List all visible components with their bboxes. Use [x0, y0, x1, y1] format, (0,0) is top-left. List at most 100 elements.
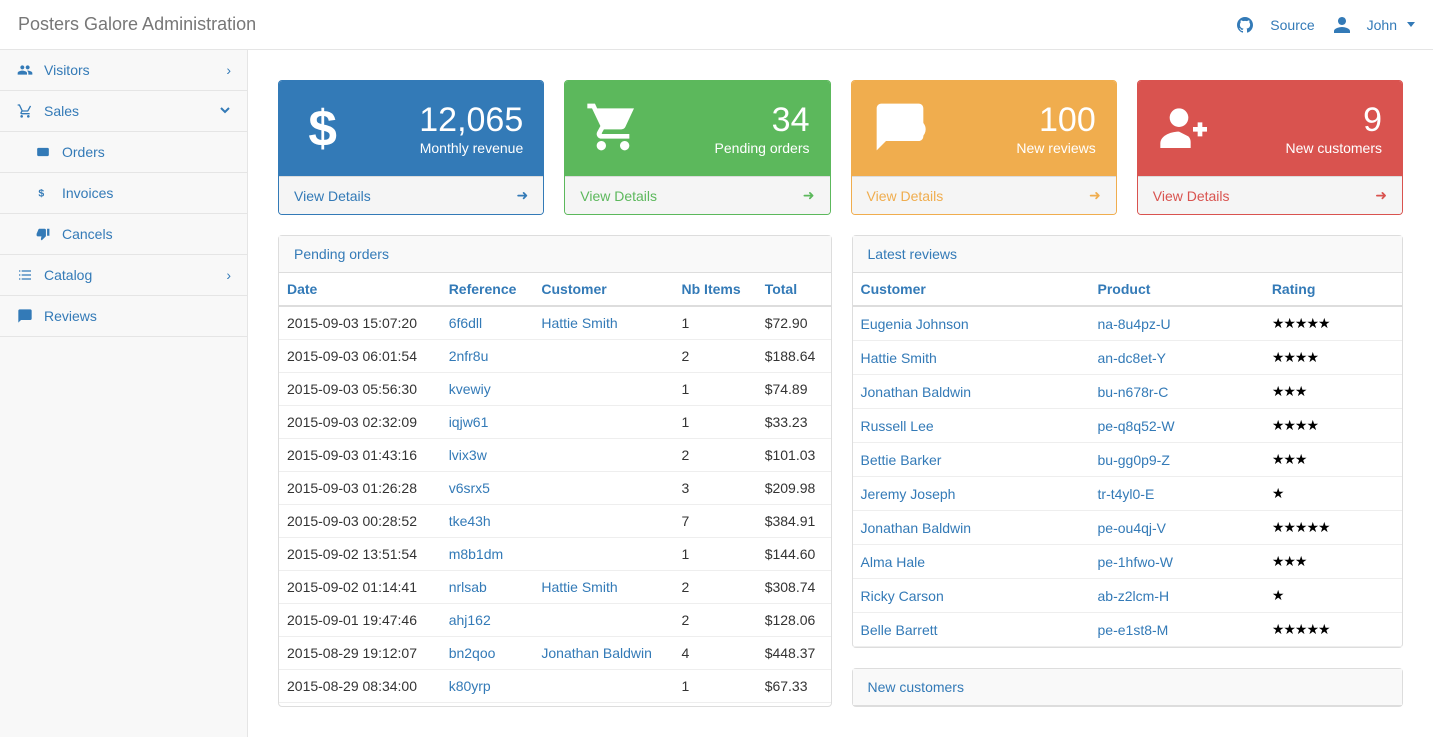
reference-link[interactable]: m8b1dm	[449, 546, 503, 562]
cell-total: $101.03	[757, 439, 831, 472]
cell-reference: lvix3w	[441, 439, 534, 472]
cell-customer: Jonathan Baldwin	[853, 375, 1090, 409]
product-link[interactable]: bu-gg0p9-Z	[1098, 452, 1170, 468]
col-reference[interactable]: Reference	[441, 273, 534, 306]
card-label: Pending orders	[715, 140, 810, 156]
customer-link[interactable]: Hattie Smith	[541, 315, 617, 331]
product-link[interactable]: pe-ou4qj-V	[1098, 520, 1167, 536]
sidebar-item-reviews[interactable]: Reviews	[0, 296, 247, 337]
customer-link[interactable]: Russell Lee	[861, 418, 934, 434]
customer-link[interactable]: Belle Barrett	[861, 622, 938, 638]
product-link[interactable]: bu-n678r-C	[1098, 384, 1169, 400]
product-link[interactable]: ab-z2lcm-H	[1098, 588, 1170, 604]
customer-link[interactable]: Jonathan Baldwin	[861, 384, 972, 400]
product-link[interactable]: na-8u4pz-U	[1098, 316, 1171, 332]
customer-link[interactable]: Jonathan Baldwin	[861, 520, 972, 536]
reference-link[interactable]: nrlsab	[449, 579, 487, 595]
table-row: Russell Lee pe-q8q52-W ★★★★	[853, 409, 1403, 443]
header: Posters Galore Administration Source Joh…	[0, 0, 1433, 50]
product-link[interactable]: pe-e1st8-M	[1098, 622, 1169, 638]
sidebar-item-label: Invoices	[62, 185, 113, 201]
reference-link[interactable]: 6f6dll	[449, 315, 482, 331]
cell-customer: Bettie Barker	[853, 443, 1090, 477]
card-label: New customers	[1286, 140, 1382, 156]
sidebar-item-sales[interactable]: Sales	[0, 91, 247, 132]
sidebar-item-catalog[interactable]: Catalog ›	[0, 255, 247, 296]
col-items[interactable]: Nb Items	[674, 273, 757, 306]
cell-date: 2015-09-03 05:56:30	[279, 373, 441, 406]
product-link[interactable]: tr-t4yl0-E	[1098, 486, 1155, 502]
cell-customer	[533, 604, 673, 637]
reference-link[interactable]: ahj162	[449, 612, 491, 628]
customer-link[interactable]: Eugenia Johnson	[861, 316, 969, 332]
source-link[interactable]: Source	[1236, 17, 1314, 33]
customer-link[interactable]: Alma Hale	[861, 554, 926, 570]
sidebar-item-label: Orders	[62, 144, 105, 160]
main: $ 12,065Monthly revenue View Details➜ 34…	[248, 50, 1433, 737]
cell-total: $448.37	[757, 637, 831, 670]
sidebar-item-label: Cancels	[62, 226, 113, 242]
reference-link[interactable]: lvix3w	[449, 447, 487, 463]
cell-reference: bn2qoo	[441, 637, 534, 670]
customer-link[interactable]: Jonathan Baldwin	[541, 645, 652, 661]
col-rating[interactable]: Rating	[1264, 273, 1402, 306]
reference-link[interactable]: iqjw61	[449, 414, 489, 430]
cell-customer	[533, 670, 673, 703]
cell-customer	[533, 538, 673, 571]
sidebar-item-visitors[interactable]: Visitors ›	[0, 50, 247, 91]
table-row: Bettie Barker bu-gg0p9-Z ★★★	[853, 443, 1403, 477]
cell-items: 7	[674, 505, 757, 538]
col-date[interactable]: Date	[279, 273, 441, 306]
product-link[interactable]: pe-q8q52-W	[1098, 418, 1175, 434]
col-total[interactable]: Total	[757, 273, 831, 306]
reference-link[interactable]: tke43h	[449, 513, 491, 529]
cell-rating: ★	[1264, 579, 1402, 613]
cart-icon	[16, 103, 34, 119]
user-icon	[1333, 17, 1351, 33]
cell-date: 2015-09-01 19:47:46	[279, 604, 441, 637]
reference-link[interactable]: k80yrp	[449, 678, 491, 694]
reference-link[interactable]: 2nfr8u	[449, 348, 489, 364]
customer-link[interactable]: Hattie Smith	[861, 350, 937, 366]
customer-link[interactable]: Bettie Barker	[861, 452, 942, 468]
table-row: Eugenia Johnson na-8u4pz-U ★★★★★	[853, 306, 1403, 341]
cell-total: $308.74	[757, 571, 831, 604]
col-product[interactable]: Product	[1090, 273, 1264, 306]
table-row: 2015-09-03 00:28:52 tke43h 7 $384.91	[279, 505, 831, 538]
chat-icon	[872, 99, 928, 158]
sidebar-item-cancels[interactable]: Cancels	[0, 214, 247, 255]
product-link[interactable]: pe-1hfwo-W	[1098, 554, 1173, 570]
reference-link[interactable]: kvewiy	[449, 381, 491, 397]
cell-customer: Ricky Carson	[853, 579, 1090, 613]
sidebar-item-label: Catalog	[44, 267, 92, 283]
col-customer[interactable]: Customer	[533, 273, 673, 306]
reference-link[interactable]: bn2qoo	[449, 645, 496, 661]
col-customer[interactable]: Customer	[853, 273, 1090, 306]
customer-link[interactable]: Ricky Carson	[861, 588, 944, 604]
latest-reviews-panel: Latest reviews Customer Product Rating E…	[852, 235, 1404, 648]
reference-link[interactable]: v6srx5	[449, 480, 490, 496]
user-menu[interactable]: John	[1333, 17, 1415, 33]
cell-rating: ★★★	[1264, 443, 1402, 477]
view-details-customers[interactable]: View Details➜	[1138, 176, 1402, 214]
source-label: Source	[1270, 17, 1314, 33]
view-details-reviews[interactable]: View Details➜	[852, 176, 1116, 214]
table-row: 2015-09-03 01:26:28 v6srx5 3 $209.98	[279, 472, 831, 505]
sidebar-item-invoices[interactable]: $ Invoices	[0, 173, 247, 214]
sidebar-item-orders[interactable]: Orders	[0, 132, 247, 173]
cell-customer	[533, 505, 673, 538]
cell-product: an-dc8et-Y	[1090, 341, 1264, 375]
cell-customer	[533, 340, 673, 373]
card-revenue: $ 12,065Monthly revenue View Details➜	[278, 80, 544, 215]
sidebar-item-label: Visitors	[44, 62, 90, 78]
cell-items: 1	[674, 306, 757, 340]
product-link[interactable]: an-dc8et-Y	[1098, 350, 1166, 366]
view-details-pending[interactable]: View Details➜	[565, 176, 829, 214]
cell-rating: ★★★★★	[1264, 511, 1402, 545]
view-details-revenue[interactable]: View Details➜	[279, 176, 543, 214]
chevron-right-icon: ›	[226, 267, 231, 283]
customer-link[interactable]: Jeremy Joseph	[861, 486, 956, 502]
cell-reference: 2nfr8u	[441, 340, 534, 373]
table-row: Jonathan Baldwin pe-ou4qj-V ★★★★★	[853, 511, 1403, 545]
customer-link[interactable]: Hattie Smith	[541, 579, 617, 595]
